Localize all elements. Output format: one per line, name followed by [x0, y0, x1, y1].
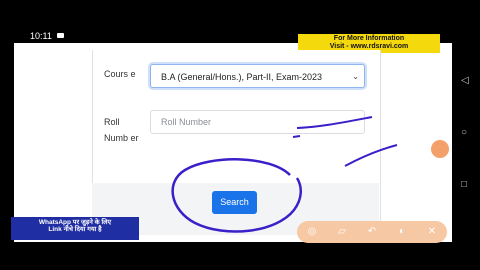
ink-underline [296, 116, 373, 129]
ink-circle [171, 158, 302, 233]
hand-drawn-annotations [171, 116, 398, 233]
ink-stroke [344, 144, 398, 167]
ink-tick [292, 135, 301, 138]
